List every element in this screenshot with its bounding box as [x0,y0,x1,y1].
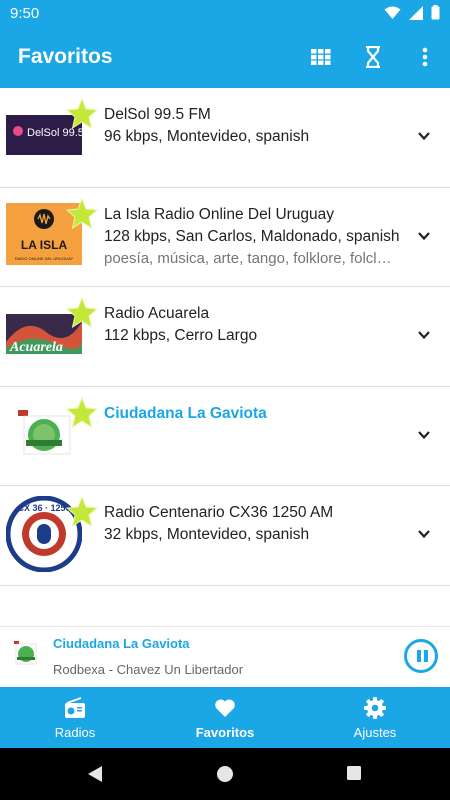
chevron-down-icon[interactable] [416,228,432,244]
station-row[interactable]: DelSol 99.5 DelSol 99.5 FM 96 kbps, Mont… [0,88,450,188]
back-icon[interactable] [86,765,104,783]
station-row-active[interactable]: Ciudadana La Gaviota [0,387,450,486]
station-info: Radio Centenario CX36 1250 AM 32 kbps, M… [104,504,404,544]
radio-icon [65,697,85,718]
station-row[interactable]: Acuarela Radio Acuarela 112 kbps, Cerro … [0,287,450,387]
station-info: Ciudadana La Gaviota [104,405,404,423]
station-details: 112 kbps, Cerro Largo [104,327,258,344]
station-info: DelSol 99.5 FM 96 kbps, Montevideo, span… [104,106,404,146]
heart-icon [215,699,235,717]
recents-icon[interactable] [346,765,362,781]
home-icon[interactable] [216,765,234,783]
bottom-nav: Radios Favoritos Ajustes [0,687,450,748]
station-tags: poesía, música, arte, tango, folklore, f… [104,249,394,267]
svg-text:RADIO ONLINE DEL URUGUAY: RADIO ONLINE DEL URUGUAY [15,256,74,261]
chevron-down-icon[interactable] [416,327,432,343]
app-bar-actions [310,46,436,68]
favorite-star-icon[interactable] [66,297,98,329]
nav-favoritos[interactable]: Favoritos [150,687,300,748]
chevron-down-icon[interactable] [416,427,432,443]
station-row[interactable]: LA ISLA RADIO ONLINE DEL URUGUAY La Isla… [0,188,450,287]
favorite-star-icon[interactable] [66,496,98,528]
hourglass-icon [366,46,380,68]
station-name: Radio Acuarela [104,305,210,322]
nav-favoritos-label: Favoritos [195,725,255,740]
station-name: Radio Centenario CX36 1250 AM [104,504,334,521]
battery-icon [431,5,440,20]
more-vert-icon [422,47,428,67]
status-bar: 9:50 [0,0,450,28]
chevron-down-icon[interactable] [416,526,432,542]
player-track: Rodbexa - Chavez Un Libertador [53,662,244,677]
signal-icon [409,5,423,20]
svg-text:Acuarela: Acuarela [9,340,63,355]
chevron-down-icon[interactable] [416,128,432,144]
station-details: 32 kbps, Montevideo, spanish [104,526,310,543]
app-bar: Favoritos [0,28,450,88]
favorite-star-icon[interactable] [66,197,98,230]
wifi-icon [384,6,401,19]
station-row[interactable]: CX 36 · 1250 Radio Centenario CX36 1250 … [0,486,450,586]
player-station-name: Ciudadana La Gaviota [53,636,190,651]
mini-player[interactable]: Ciudadana La Gaviota Rodbexa - Chavez Un… [0,626,450,687]
nav-radios-label: Radios [54,725,96,740]
station-name: La Isla Radio Online Del Uruguay [104,205,335,223]
svg-text:LA ISLA: LA ISLA [21,238,68,252]
favorite-star-icon[interactable] [66,396,98,429]
more-options-button[interactable] [414,46,436,68]
page-title: Favoritos [18,45,113,68]
station-details: 96 kbps, Montevideo, spanish [104,128,310,145]
station-info: La Isla Radio Online Del Uruguay 128 kbp… [104,206,404,267]
nav-ajustes-label: Ajustes [353,725,397,740]
system-nav-bar [0,748,450,800]
status-icons [384,5,440,20]
status-time: 9:50 [10,5,40,22]
station-name: Ciudadana La Gaviota [104,404,267,422]
station-details: 128 kbps, San Carlos, Maldonado, spanish [104,227,400,245]
station-name: DelSol 99.5 FM [104,106,211,123]
station-info: Radio Acuarela 112 kbps, Cerro Largo [104,305,404,345]
grid-icon [311,49,331,65]
sleep-timer-button[interactable] [362,46,384,68]
nav-ajustes[interactable]: Ajustes [300,687,450,748]
nav-radios[interactable]: Radios [0,687,150,748]
grid-view-button[interactable] [310,46,332,68]
favorite-star-icon[interactable] [66,98,98,130]
player-station-logo [14,641,37,665]
favorites-list: DelSol 99.5 DelSol 99.5 FM 96 kbps, Mont… [0,88,450,626]
svg-text:CX 36 · 1250: CX 36 · 1250 [17,503,70,513]
gear-icon [364,697,386,719]
pause-button[interactable] [404,639,438,673]
